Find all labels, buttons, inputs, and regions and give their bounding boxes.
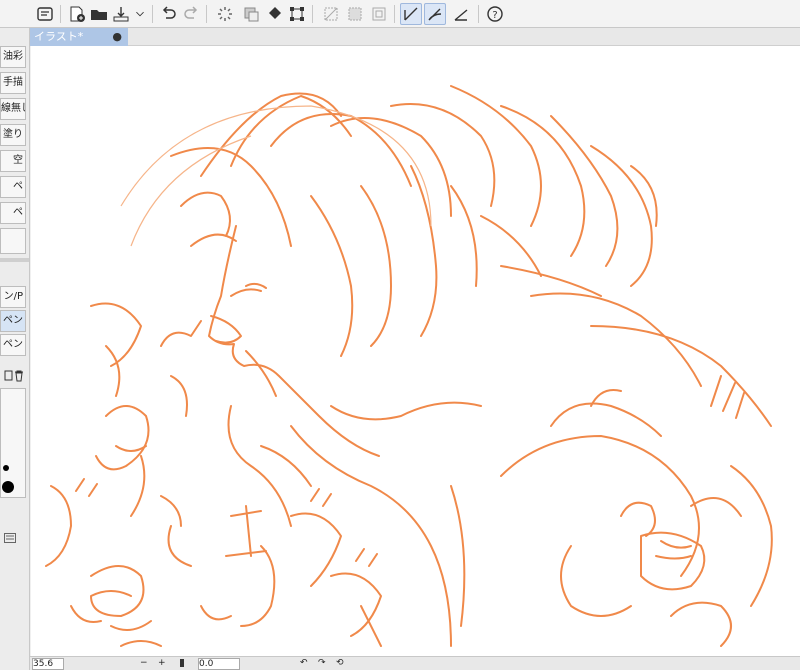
snap-special-ruler-icon[interactable] bbox=[424, 3, 446, 25]
brush-size-small-icon[interactable] bbox=[3, 465, 9, 471]
panel-divider bbox=[0, 258, 29, 262]
loading-icon[interactable] bbox=[214, 3, 236, 25]
sketch-artwork bbox=[45, 85, 773, 647]
deselect-icon[interactable] bbox=[320, 3, 342, 25]
tool-fill[interactable]: 塗り bbox=[0, 124, 26, 146]
fill-icon[interactable] bbox=[264, 3, 286, 25]
svg-text:?: ? bbox=[492, 10, 497, 21]
reset-rotation-icon[interactable]: ⟲ bbox=[336, 658, 344, 668]
document-tabbar: イラスト* ● bbox=[30, 28, 800, 46]
tool-sky[interactable]: 空 bbox=[0, 150, 26, 172]
rotate-right-icon[interactable]: ↷ bbox=[318, 658, 326, 668]
subtool-pen[interactable]: ペン bbox=[0, 334, 26, 356]
invert-selection-icon[interactable] bbox=[344, 3, 366, 25]
tool-blank[interactable] bbox=[0, 228, 26, 254]
subtool-pen-selected[interactable]: ペン bbox=[0, 310, 26, 332]
chevron-down-icon[interactable] bbox=[132, 3, 148, 25]
tab-illust[interactable]: イラスト* ● bbox=[30, 28, 128, 46]
trash-icon[interactable] bbox=[14, 370, 24, 385]
drawing-canvas[interactable] bbox=[31, 46, 800, 656]
open-folder-icon[interactable] bbox=[88, 3, 110, 25]
zoom-field[interactable]: 35.6 bbox=[32, 658, 64, 670]
tool-oil[interactable]: 油彩 bbox=[0, 46, 26, 68]
tab-title: イラスト* bbox=[34, 30, 84, 43]
snap-grid-icon[interactable] bbox=[450, 3, 472, 25]
zoom-slider-thumb[interactable] bbox=[180, 659, 184, 667]
undo-icon[interactable] bbox=[158, 3, 180, 25]
new-canvas-icon[interactable] bbox=[66, 3, 88, 25]
brush-size-panel[interactable] bbox=[0, 388, 26, 498]
left-tool-panel: 油彩 手描 線無し 塗り 空 ペ ペ ン/P ペン ペン bbox=[0, 28, 30, 670]
panel-menu-icon[interactable] bbox=[4, 533, 16, 546]
angle-field[interactable]: 0.0 bbox=[198, 658, 240, 670]
subtool-gp[interactable]: ン/P bbox=[0, 286, 26, 308]
export-icon[interactable] bbox=[110, 3, 132, 25]
zoom-out-button[interactable]: − bbox=[140, 658, 148, 668]
zoom-in-button[interactable]: + bbox=[158, 658, 166, 668]
tool-pen-a[interactable]: ペ bbox=[0, 176, 26, 198]
tool-lineless[interactable]: 線無し bbox=[0, 98, 26, 120]
transform-icon[interactable] bbox=[286, 3, 308, 25]
clear-icon[interactable] bbox=[240, 3, 262, 25]
help-icon[interactable]: ? bbox=[484, 3, 506, 25]
rotate-left-icon[interactable]: ↶ bbox=[300, 658, 308, 668]
status-bar: 35.6 − + 0.0 ↶ ↷ ⟲ bbox=[30, 656, 800, 670]
command-bar: ? bbox=[0, 0, 800, 28]
tool-pen-b[interactable]: ペ bbox=[0, 202, 26, 224]
brush-size-large-icon[interactable] bbox=[2, 481, 14, 493]
snap-ruler-icon[interactable] bbox=[400, 3, 422, 25]
redo-icon[interactable] bbox=[180, 3, 202, 25]
copy-subtool-icon[interactable] bbox=[4, 370, 14, 385]
close-tab-icon[interactable]: ● bbox=[112, 28, 122, 46]
tool-hand[interactable]: 手描 bbox=[0, 72, 26, 94]
selection-border-icon[interactable] bbox=[368, 3, 390, 25]
clip-studio-icon[interactable] bbox=[34, 3, 56, 25]
